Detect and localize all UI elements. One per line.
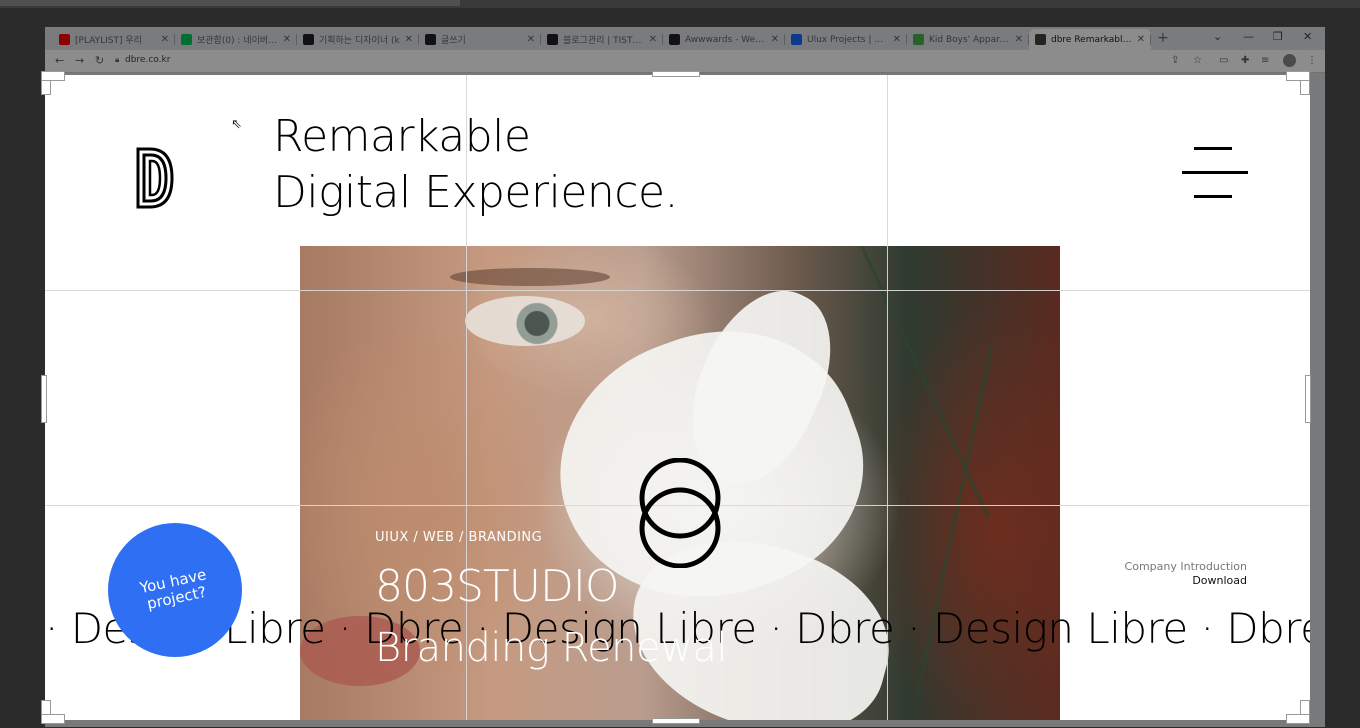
mouse-cursor-icon: ⇖ [231,117,242,132]
company-intro-download-link[interactable]: Download [1085,574,1247,588]
menu-line-middle [1182,171,1248,174]
crop-handle-top[interactable] [652,71,700,77]
crop-handle-left[interactable] [41,375,47,423]
menu-line-top [1194,147,1232,150]
crop-handle-bottom-right-h[interactable] [1286,714,1310,724]
crop-handle-right[interactable] [1305,375,1311,423]
hero-headline: Remarkable Digital Experience. [273,109,679,221]
project-inquiry-button[interactable]: You have project? [108,523,242,657]
crop-handle-bottom[interactable] [652,718,700,724]
editor-top-strip [0,0,1360,8]
crop-handle-top-left-h[interactable] [41,71,65,81]
company-intro-label: Company Introduction [1124,560,1247,573]
project-inquiry-label: You have project? [138,565,208,613]
hamburger-menu-button[interactable] [1178,146,1248,202]
headline-line-2: Digital Experience. [273,167,679,218]
crop-handle-top-right-h[interactable] [1286,71,1310,81]
project-subtitle[interactable]: Branding Renewal [375,628,727,668]
grid-line-h1 [45,290,1310,291]
website-page: Remarkable Digital Experience. UIUX / WE… [45,75,1310,720]
company-intro[interactable]: Company Introduction Download [1085,560,1247,588]
headline-line-1: Remarkable [273,111,531,162]
menu-line-bottom [1194,195,1232,198]
project-category: UIUX / WEB / BRANDING [375,530,543,545]
dbre-logo-icon[interactable] [136,147,174,209]
crop-handle-bottom-left-h[interactable] [41,714,65,724]
double-ring-icon [639,458,721,568]
